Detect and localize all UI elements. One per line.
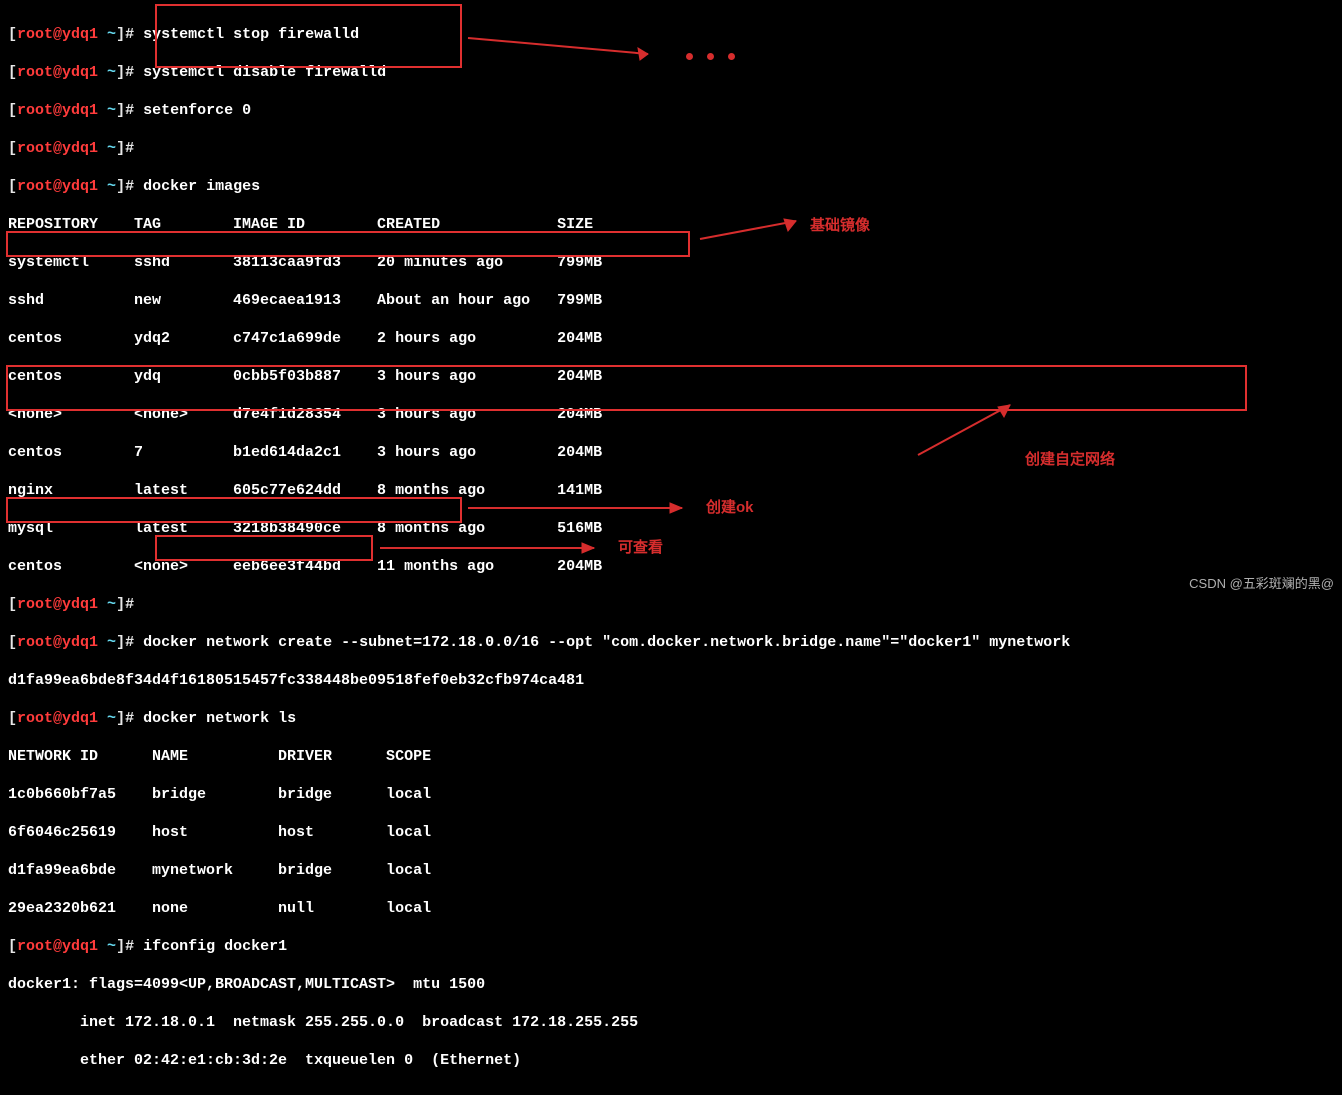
table-row: <none> <none> d7e4f1d28354 3 hours ago 2…: [8, 405, 1334, 424]
watermark: CSDN @五彩斑斓的黑@: [1189, 574, 1334, 593]
table-row: centos <none> eeb6ee3f44bd 11 months ago…: [8, 557, 1334, 576]
table-header: NETWORK ID NAME DRIVER SCOPE: [8, 747, 1334, 766]
annotation-base-image: 基础镜像: [810, 216, 870, 235]
arrow-icon: [700, 215, 810, 245]
table-row: centos ydq 0cbb5f03b887 3 hours ago 204M…: [8, 367, 1334, 386]
command-output: d1fa99ea6bde8f34d4f16180515457fc338448be…: [8, 671, 1334, 690]
arrow-icon: [468, 500, 698, 516]
table-row: mysql latest 3218b38490ce 8 months ago 5…: [8, 519, 1334, 538]
prompt-line[interactable]: [root@ydq1 ~]# ifconfig docker1: [8, 937, 1334, 956]
table-row: 1c0b660bf7a5 bridge bridge local: [8, 785, 1334, 804]
table-row: 6f6046c25619 host host local: [8, 823, 1334, 842]
table-row: systemctl sshd 38113caa9fd3 20 minutes a…: [8, 253, 1334, 272]
prompt-line[interactable]: [root@ydq1 ~]#: [8, 595, 1334, 614]
prompt-line[interactable]: [root@ydq1 ~]# setenforce 0: [8, 101, 1334, 120]
prompt-line[interactable]: [root@ydq1 ~]# docker network ls: [8, 709, 1334, 728]
annotation-create-network: 创建自定网络: [1025, 450, 1115, 469]
command-output: docker1: flags=4099<UP,BROADCAST,MULTICA…: [8, 975, 1334, 994]
table-row: centos 7 b1ed614da2c1 3 hours ago 204MB: [8, 443, 1334, 462]
arrow-icon: [910, 405, 1030, 465]
prompt-line[interactable]: [root@ydq1 ~]# systemctl stop firewalld: [8, 25, 1334, 44]
table-row: sshd new 469ecaea1913 About an hour ago …: [8, 291, 1334, 310]
table-row: d1fa99ea6bde mynetwork bridge local: [8, 861, 1334, 880]
table-row: nginx latest 605c77e624dd 8 months ago 1…: [8, 481, 1334, 500]
annotation-created-ok: 创建ok: [706, 498, 754, 517]
prompt-line[interactable]: [root@ydq1 ~]# systemctl disable firewal…: [8, 63, 1334, 82]
prompt-line[interactable]: [root@ydq1 ~]#: [8, 139, 1334, 158]
command-output: ether 02:42:e1:cb:3d:2e txqueuelen 0 (Et…: [8, 1051, 1334, 1070]
table-header: REPOSITORY TAG IMAGE ID CREATED SIZE: [8, 215, 1334, 234]
annotation-can-view: 可查看: [618, 538, 663, 557]
arrow-icon: [468, 30, 668, 60]
arrow-icon: [380, 540, 610, 556]
terminal-output: [root@ydq1 ~]# systemctl stop firewalld …: [0, 0, 1342, 1095]
prompt-line[interactable]: [root@ydq1 ~]# docker images: [8, 177, 1334, 196]
ellipsis-dots: [686, 53, 735, 60]
table-row: centos ydq2 c747c1a699de 2 hours ago 204…: [8, 329, 1334, 348]
table-row: 29ea2320b621 none null local: [8, 899, 1334, 918]
command-output: inet 172.18.0.1 netmask 255.255.0.0 broa…: [8, 1013, 1334, 1032]
prompt-line[interactable]: [root@ydq1 ~]# docker network create --s…: [8, 633, 1334, 652]
